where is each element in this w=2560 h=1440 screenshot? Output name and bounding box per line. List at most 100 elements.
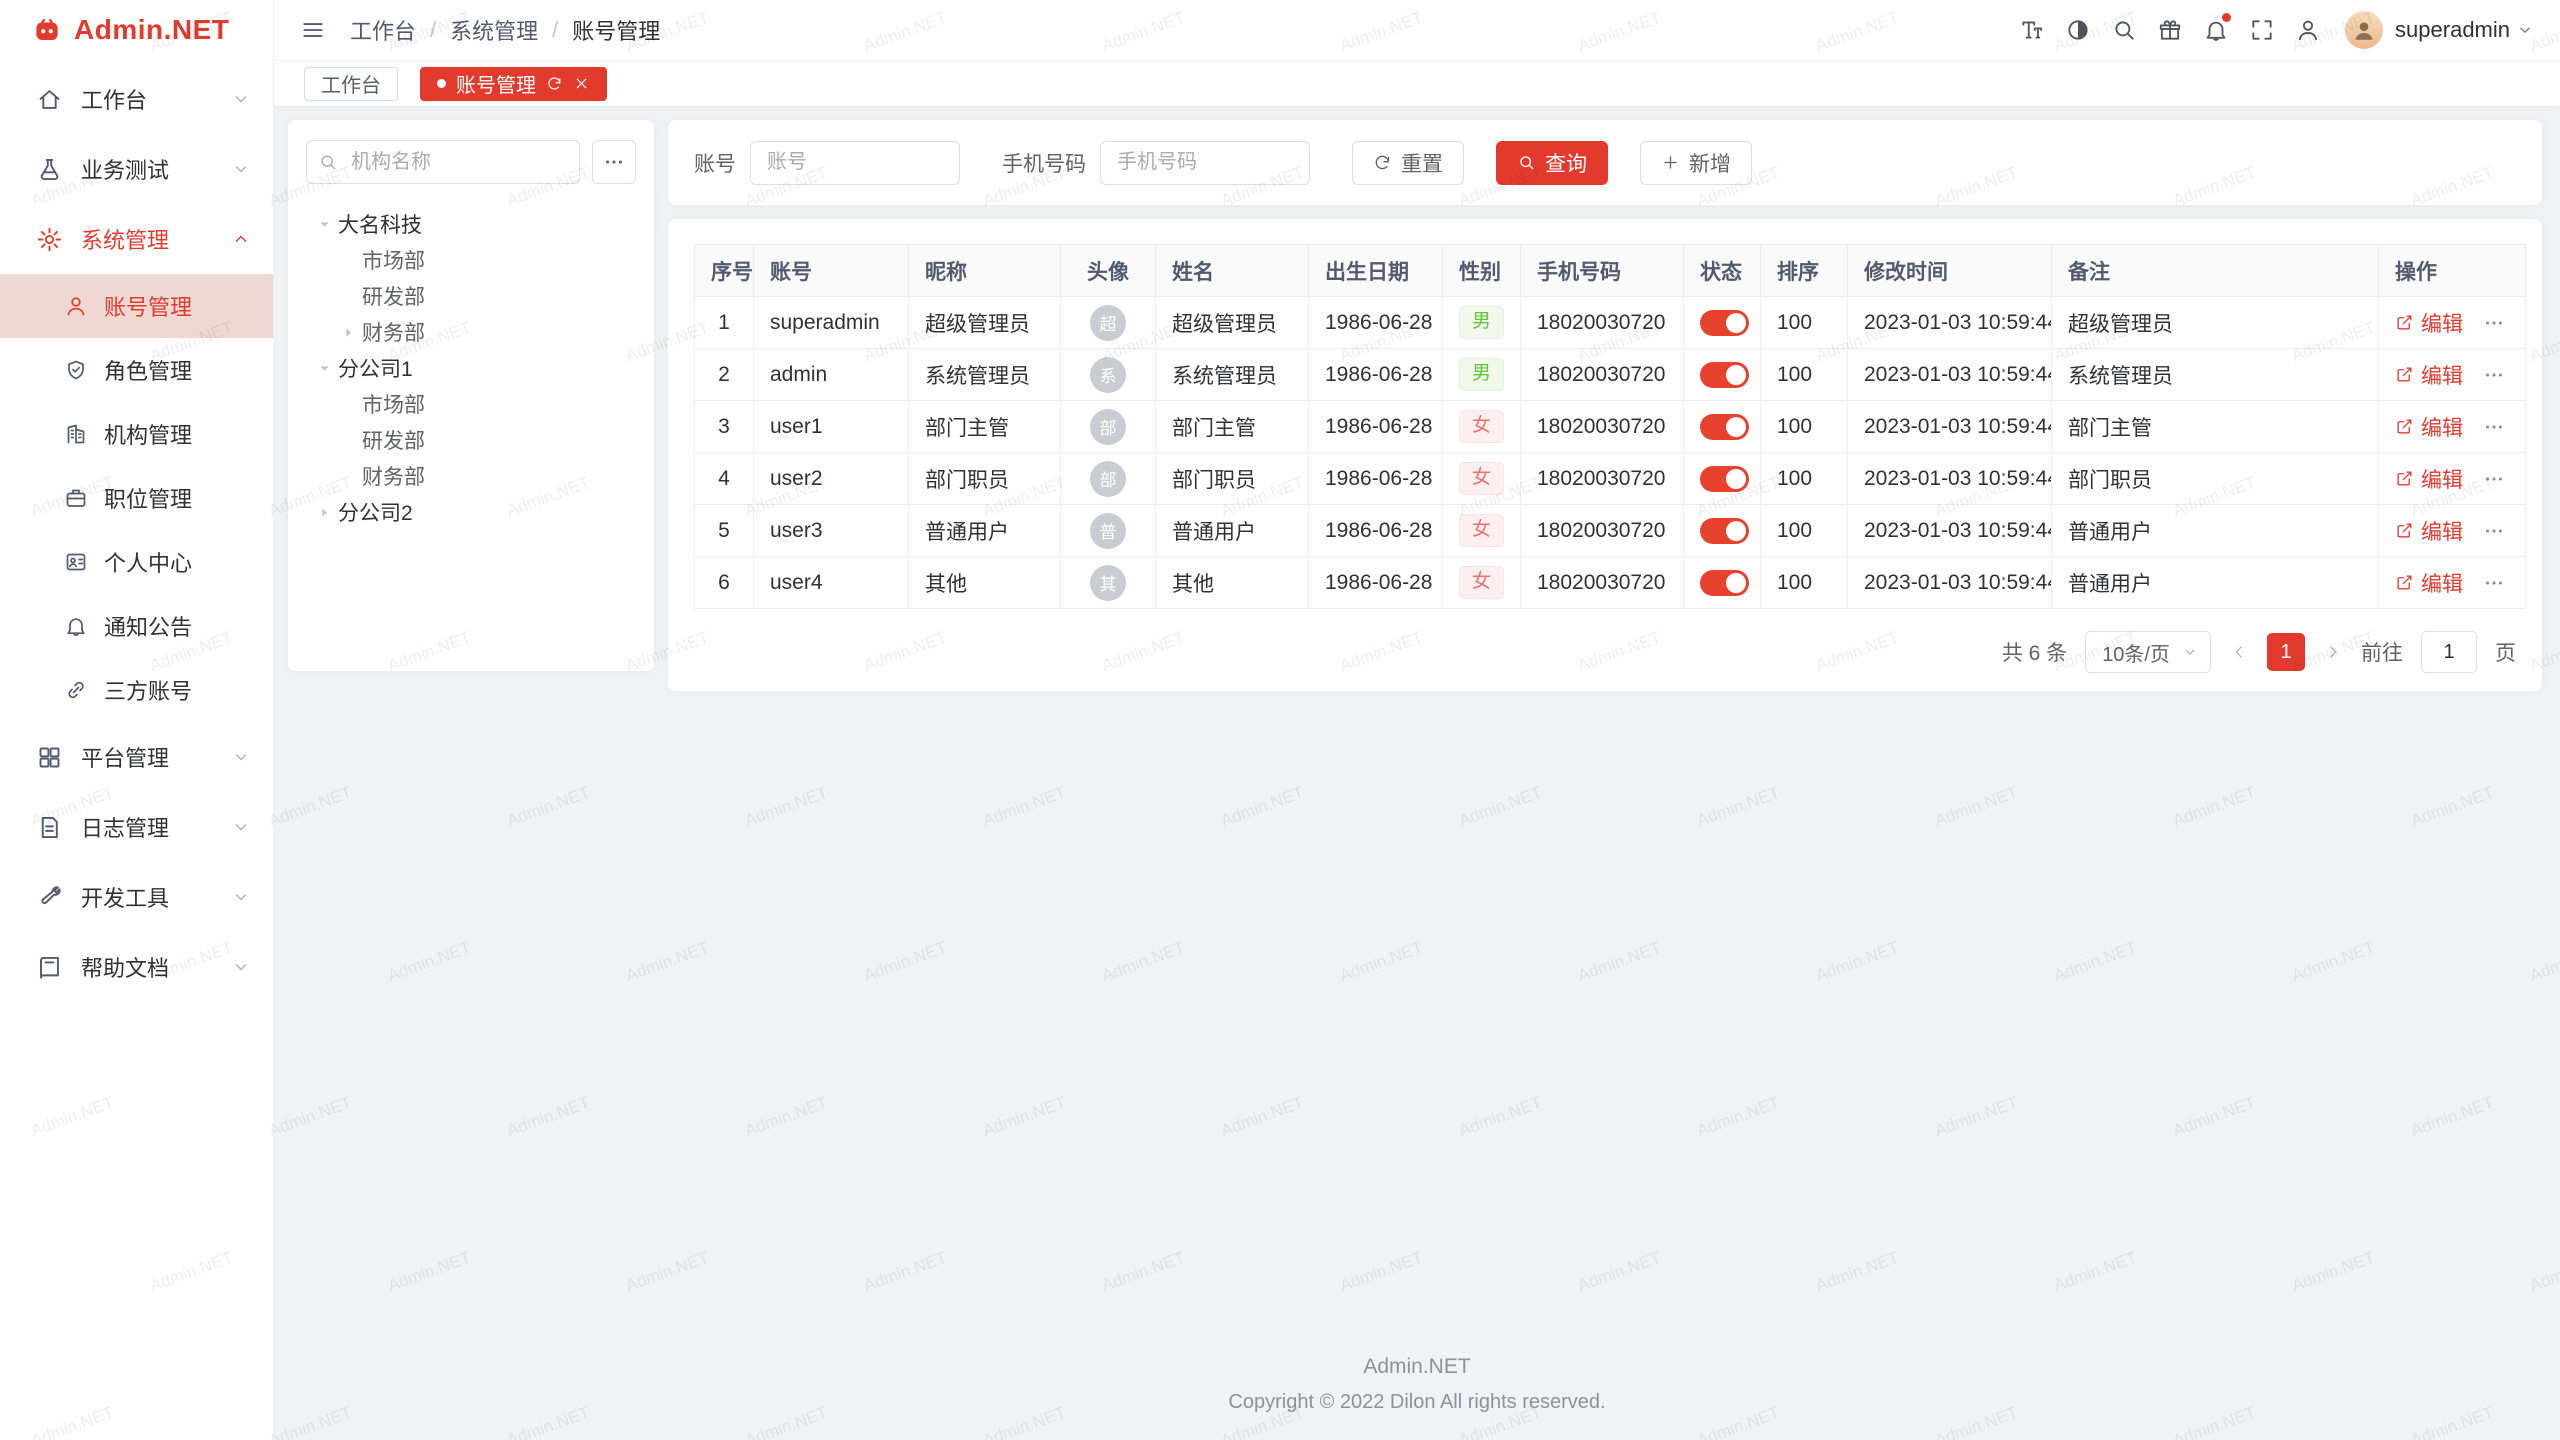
tree-node[interactable]: 研发部 [306, 422, 636, 458]
phone-input[interactable] [1100, 141, 1310, 185]
chevron-down-icon [2516, 21, 2534, 39]
org-search-input[interactable] [306, 140, 580, 184]
sidebar-subitem-position-management[interactable]: 职位管理 [0, 466, 273, 530]
tree-caret[interactable] [310, 505, 338, 520]
sidebar-item-system-management[interactable]: 系统管理 [0, 204, 273, 274]
edit-button[interactable]: 编辑 [2395, 568, 2463, 598]
status-toggle[interactable] [1700, 466, 1749, 492]
topbar: 工作台/系统管理/账号管理 superadmin [274, 0, 2560, 60]
sidebar-item-business-test[interactable]: 业务测试 [0, 134, 273, 204]
tree-node[interactable]: 市场部 [306, 242, 636, 278]
account-input[interactable] [750, 141, 960, 185]
breadcrumb-item[interactable]: 系统管理 [450, 14, 538, 46]
goto-page-input[interactable] [2421, 631, 2477, 673]
sidebar-subitem-third-party-account[interactable]: 三方账号 [0, 658, 273, 722]
cell-sort: 100 [1777, 311, 1812, 334]
more-actions-button[interactable] [2483, 312, 2505, 334]
fullscreen-button[interactable] [2239, 0, 2285, 60]
search-button[interactable] [2101, 0, 2147, 60]
more-actions-button[interactable] [2483, 468, 2505, 490]
status-toggle[interactable] [1700, 310, 1749, 336]
refresh-icon [1373, 153, 1392, 172]
edit-button[interactable]: 编辑 [2395, 308, 2463, 338]
sidebar-subitem-org-management[interactable]: 机构管理 [0, 402, 273, 466]
collapse-sidebar-button[interactable] [300, 17, 326, 43]
tree-node[interactable]: 分公司1 [306, 350, 636, 386]
tree-node[interactable]: 分公司2 [306, 494, 636, 530]
tree-node[interactable]: 财务部 [306, 314, 636, 350]
reset-button[interactable]: 重置 [1352, 141, 1464, 185]
username[interactable]: superadmin [2395, 17, 2510, 43]
link-icon [64, 678, 88, 702]
sidebar-item-platform-management[interactable]: 平台管理 [0, 722, 273, 792]
cell-account: user1 [770, 415, 823, 438]
breadcrumb-item[interactable]: 工作台 [350, 14, 416, 46]
org-search [306, 140, 580, 184]
status-toggle[interactable] [1700, 414, 1749, 440]
tree-caret[interactable] [310, 361, 338, 376]
status-toggle[interactable] [1700, 570, 1749, 596]
gender-badge: 女 [1459, 566, 1504, 599]
user-button[interactable] [2285, 0, 2331, 60]
cell-index: 2 [718, 363, 730, 386]
status-toggle[interactable] [1700, 362, 1749, 388]
query-button[interactable]: 查询 [1496, 141, 1608, 185]
sidebar-item-label: 帮助文档 [81, 951, 213, 983]
tree-caret[interactable] [334, 325, 362, 340]
more-actions-button[interactable] [2483, 416, 2505, 438]
tree-caret[interactable] [310, 217, 338, 232]
gear-icon [36, 226, 63, 253]
sidebar-subitem-role-management[interactable]: 角色管理 [0, 338, 273, 402]
page-1-button[interactable]: 1 [2267, 633, 2305, 671]
table-row: 1superadmin超级管理员超超级管理员1986-06-28男1802003… [695, 297, 2526, 349]
cell-account: user3 [770, 519, 823, 542]
tree-node[interactable]: 大名科技 [306, 206, 636, 242]
org-more-button[interactable] [592, 140, 636, 184]
sidebar-subitem-notice-announcement[interactable]: 通知公告 [0, 594, 273, 658]
add-button[interactable]: 新增 [1640, 141, 1752, 185]
tree-node[interactable]: 研发部 [306, 278, 636, 314]
edit-button[interactable]: 编辑 [2395, 464, 2463, 494]
breadcrumb-item[interactable]: 账号管理 [572, 14, 660, 46]
user-avatar[interactable] [2345, 11, 2383, 49]
toggle-knob [1726, 521, 1746, 541]
edit-button-label: 编辑 [2421, 464, 2463, 494]
user-menu-chevron[interactable] [2516, 21, 2534, 39]
tab-refresh-button[interactable] [546, 75, 563, 92]
sidebar-subitem-personal-center[interactable]: 个人中心 [0, 530, 273, 594]
logo[interactable]: Admin.NET [0, 0, 273, 60]
sidebar-subitem-account-management[interactable]: 账号管理 [0, 274, 273, 338]
goto-label: 前往 [2361, 637, 2403, 667]
tree-node[interactable]: 市场部 [306, 386, 636, 422]
sidebar-item-log-management[interactable]: 日志管理 [0, 792, 273, 862]
prev-page-button[interactable] [2229, 642, 2249, 662]
gift-button[interactable] [2147, 0, 2193, 60]
column-header: 排序 [1761, 245, 1848, 297]
page-size-select[interactable]: 10条/页 [2085, 631, 2211, 673]
status-toggle[interactable] [1700, 518, 1749, 544]
filter-bar: 账号 手机号码 重置 查询 [668, 120, 2542, 205]
more-actions-button[interactable] [2483, 572, 2505, 594]
text-size-button[interactable] [2009, 0, 2055, 60]
tab-active-dot [437, 79, 446, 88]
gender-badge: 女 [1459, 514, 1504, 547]
edit-button[interactable]: 编辑 [2395, 412, 2463, 442]
sidebar-item-dev-tools[interactable]: 开发工具 [0, 862, 273, 932]
phone-label: 手机号码 [1002, 148, 1086, 178]
tree-node[interactable]: 财务部 [306, 458, 636, 494]
page-unit-label: 页 [2495, 637, 2516, 667]
tab-account-management[interactable]: 账号管理 [420, 67, 607, 101]
theme-button[interactable] [2055, 0, 2101, 60]
edit-button[interactable]: 编辑 [2395, 360, 2463, 390]
bell-button[interactable] [2193, 0, 2239, 60]
tab-close-button[interactable] [573, 75, 590, 92]
sidebar-subitem-label: 账号管理 [104, 290, 192, 322]
more-actions-button[interactable] [2483, 520, 2505, 542]
more-actions-button[interactable] [2483, 364, 2505, 386]
tab-workbench[interactable]: 工作台 [304, 67, 398, 101]
next-page-button[interactable] [2323, 642, 2343, 662]
edit-button[interactable]: 编辑 [2395, 516, 2463, 546]
sidebar-item-workbench[interactable]: 工作台 [0, 64, 273, 134]
sidebar-item-help-docs[interactable]: 帮助文档 [0, 932, 273, 1002]
cell-sort: 100 [1777, 467, 1812, 490]
